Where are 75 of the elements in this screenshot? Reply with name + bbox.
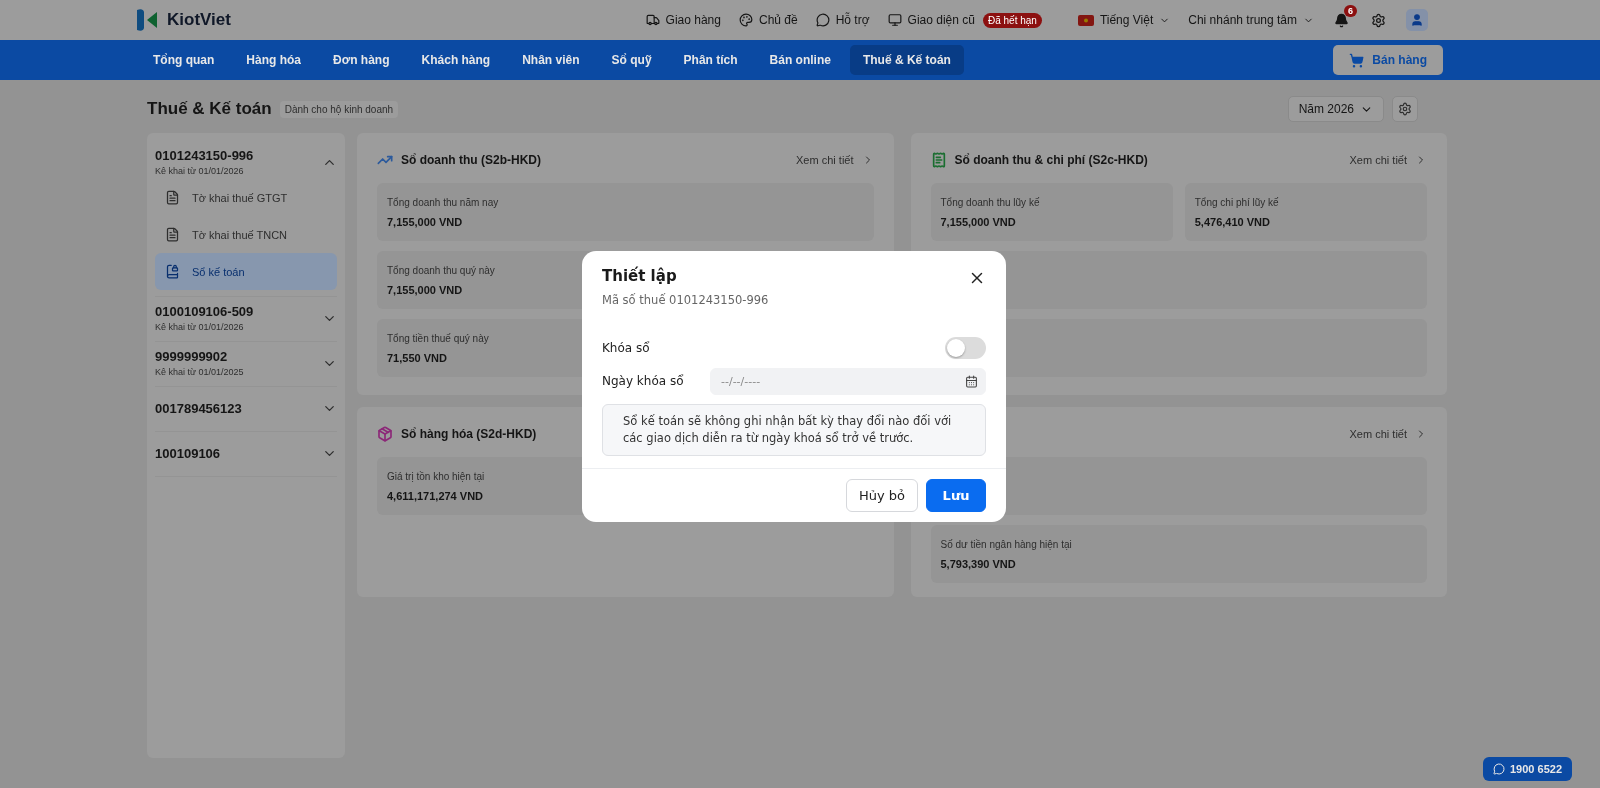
- document-icon: [165, 190, 180, 205]
- notification-count: 6: [1344, 4, 1357, 17]
- nav-tab[interactable]: Phân tích: [670, 45, 751, 75]
- stat-label: Giá trị tồn kho hiện tại: [387, 470, 485, 482]
- declaration-date: Kê khai từ 01/01/2026: [155, 322, 244, 332]
- detail-link[interactable]: Xem chi tiết: [796, 154, 874, 166]
- settings-button[interactable]: [1392, 96, 1418, 122]
- nav-tab[interactable]: Bán online: [756, 45, 844, 75]
- stat-label: Tổng doanh thu năm nay: [387, 196, 499, 208]
- stat-value: 7,155,000 VND: [387, 283, 463, 296]
- nav-tab[interactable]: Nhân viên: [509, 45, 593, 75]
- declaration-date: Kê khai từ 01/01/2025: [155, 367, 244, 377]
- chat-icon: [1493, 763, 1505, 775]
- stat-value: 4,611,171,274 VND: [387, 489, 484, 502]
- logo-text: KiotViet: [167, 10, 231, 30]
- tax-code[interactable]: 9999999902: [155, 349, 228, 364]
- nav-tab[interactable]: Sổ quỹ: [598, 45, 665, 75]
- card-title: Sổ doanh thu & chi phí (S2c-HKD): [954, 153, 1148, 167]
- header-link[interactable]: Chủ đề: [739, 13, 798, 27]
- truck-icon: [645, 13, 660, 27]
- stat-value: 5,476,410 VND: [1194, 215, 1270, 228]
- field-label: Khóa sổ: [602, 340, 651, 355]
- card-title: Sổ hàng hóa (S2d-HKD): [401, 427, 537, 441]
- header-link[interactable]: Giao diện cũ Đã hết hạn: [887, 12, 1042, 28]
- user-avatar[interactable]: [1406, 9, 1428, 31]
- hotline-button[interactable]: 1900 6522: [1483, 757, 1572, 781]
- sidebar-item[interactable]: Tờ khai thuế GTGT: [155, 179, 337, 216]
- detail-link[interactable]: Xem chi tiết: [1349, 154, 1427, 166]
- stat-label: Số dư tiền ngân hàng hiện tại: [940, 538, 1072, 550]
- tax-code[interactable]: 001789456123: [155, 400, 242, 416]
- dialog-subtitle: Mã số thuế 0101243150-996: [602, 292, 769, 307]
- tax-code[interactable]: 100109106: [155, 445, 221, 461]
- stat-value: 5,793,390 VND: [940, 557, 1016, 570]
- lock-toggle[interactable]: [945, 336, 986, 359]
- language-select[interactable]: Tiếng Việt: [1077, 13, 1171, 27]
- settings-icon: [1398, 102, 1412, 116]
- nav-tab[interactable]: Đơn hàng: [320, 45, 403, 75]
- declaration-date: Kê khai từ 01/01/2026: [155, 166, 244, 176]
- cancel-button[interactable]: Hủy bỏ: [845, 478, 918, 512]
- nav-tab[interactable]: Thuế & Kế toán: [849, 45, 964, 75]
- chat-icon: [815, 13, 830, 27]
- palette-icon: [739, 13, 753, 27]
- stat-value: 7,155,000 VND: [387, 215, 463, 228]
- tax-code[interactable]: 0101243150-996: [155, 148, 254, 163]
- stat-label: Tổng doanh thu quý này: [387, 264, 495, 276]
- info-note: Sổ kế toán sẽ không ghi nhận bất kỳ thay đổi nào đối với các giao dịch diễn ra từ ngày khoá sổ trở về trước.: [602, 403, 986, 456]
- expired-badge: Đã hết hạn: [982, 12, 1042, 28]
- calendar-icon[interactable]: [965, 374, 978, 388]
- sidebar-item[interactable]: Sổ kế toán: [155, 253, 337, 290]
- tax-code[interactable]: 0100109106-509: [155, 304, 254, 319]
- page-title: Thuế & Kế toán: [147, 99, 272, 119]
- year-select[interactable]: Năm 2026: [1287, 96, 1384, 122]
- detail-link[interactable]: Xem chi tiết: [1349, 428, 1427, 440]
- save-button[interactable]: Lưu: [926, 478, 986, 512]
- flag-icon: [1077, 14, 1094, 26]
- stat-label: Tổng chi phí lũy kế: [1194, 196, 1279, 208]
- field-label: Ngày khóa sổ: [602, 374, 685, 388]
- document-icon: [165, 227, 180, 242]
- monitor-icon: [887, 13, 902, 27]
- sidebar-item[interactable]: Tờ khai thuế TNCN: [155, 216, 337, 253]
- stat-value: 71,550 VND: [387, 351, 447, 364]
- cart-icon: [1349, 52, 1365, 68]
- nav-tab[interactable]: Hàng hóa: [233, 45, 314, 75]
- page-tag: Dành cho hộ kinh doanh: [279, 100, 399, 118]
- stat-label: Tổng doanh thu lũy kế: [940, 196, 1040, 208]
- dialog-title: Thiết lập: [602, 266, 677, 285]
- card-title: Sổ doanh thu (S2b-HKD): [401, 153, 541, 167]
- branch-select[interactable]: Chi nhánh trung tâm: [1188, 13, 1314, 27]
- nav-tab[interactable]: Khách hàng: [408, 45, 504, 75]
- book-icon: [165, 264, 180, 279]
- header-link[interactable]: Hỗ trợ: [815, 13, 870, 27]
- stat-value: 7,155,000 VND: [940, 215, 1016, 228]
- stat-label: Tổng tiền thuế quý này: [387, 332, 489, 344]
- header-link[interactable]: Giao hàng: [645, 13, 721, 27]
- nav-tab[interactable]: Tổng quan: [140, 45, 228, 75]
